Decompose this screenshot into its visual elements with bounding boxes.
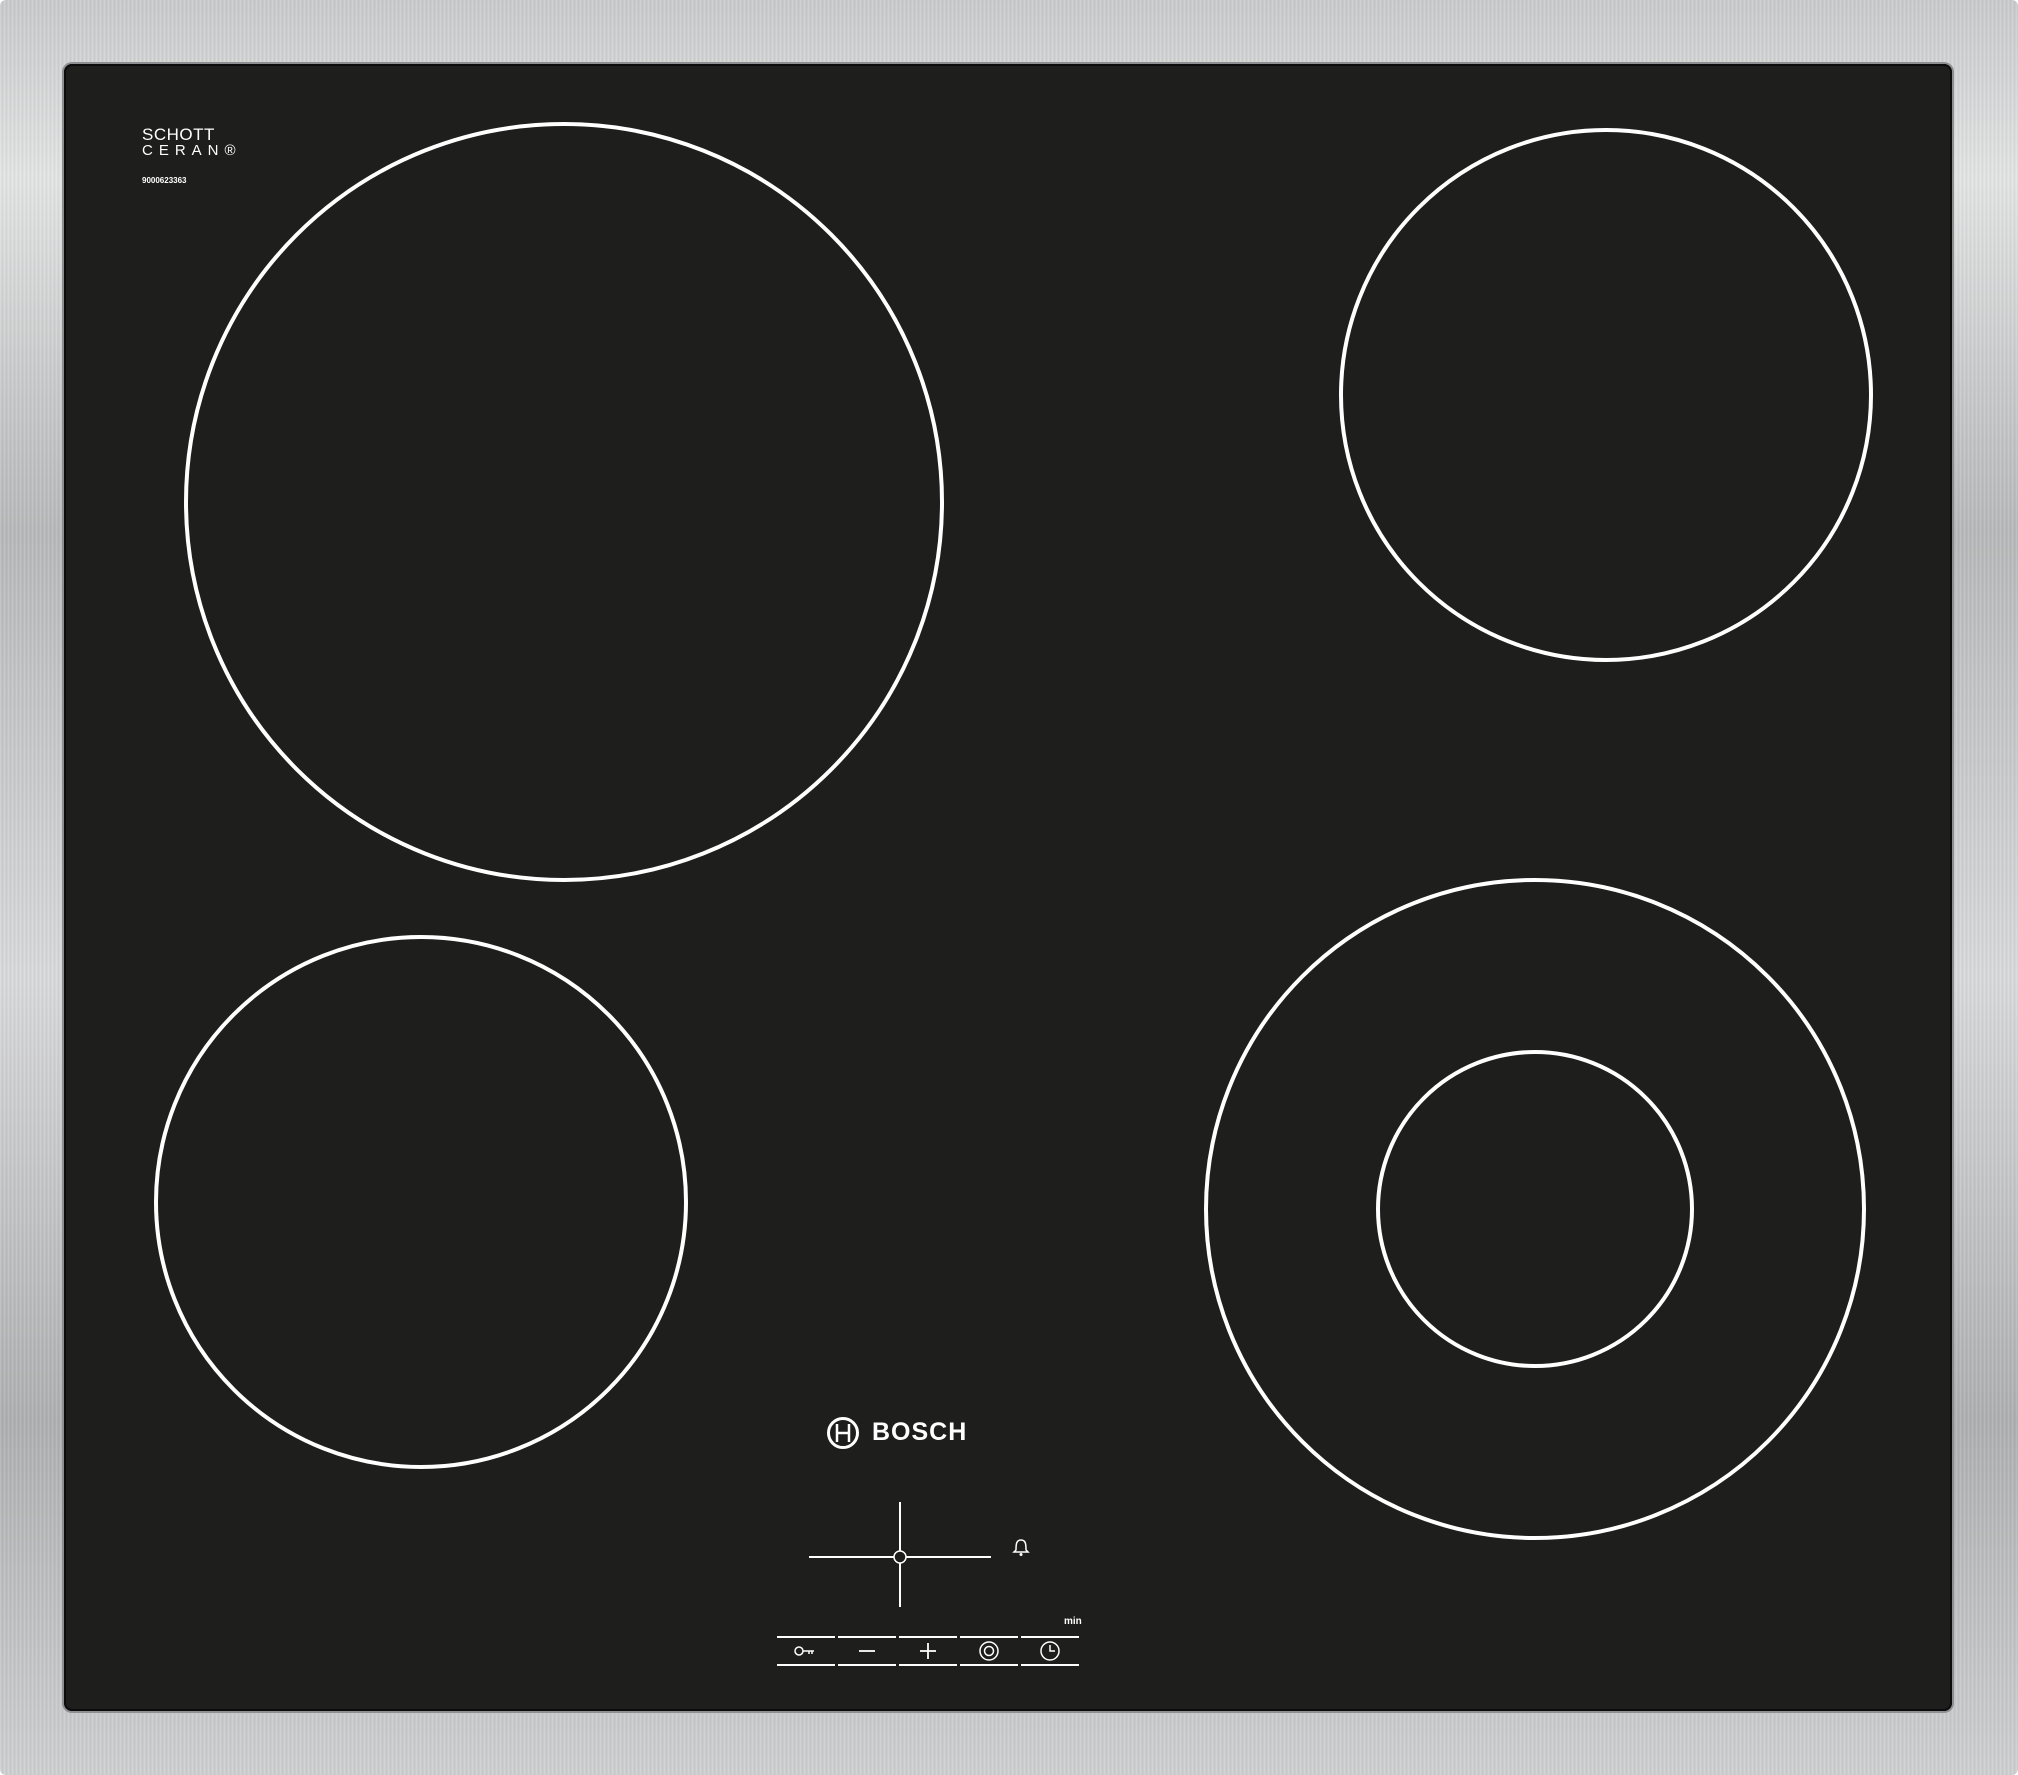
registered-mark: ® bbox=[224, 142, 242, 159]
cooking-zone-front-left[interactable] bbox=[184, 122, 944, 882]
bosch-logo-icon bbox=[827, 1417, 859, 1449]
zone-selector-cross-icon[interactable] bbox=[805, 1500, 995, 1614]
clock-icon bbox=[1040, 1641, 1060, 1661]
cooking-zone-rear-right[interactable] bbox=[1339, 128, 1873, 662]
minus-button[interactable] bbox=[838, 1636, 896, 1666]
cooking-zones bbox=[154, 122, 1873, 1540]
model-number: 9000623363 bbox=[142, 176, 187, 185]
minus-icon bbox=[859, 1650, 875, 1652]
ceran-brand-text: CERAN® bbox=[142, 142, 242, 159]
child-lock-button[interactable] bbox=[777, 1636, 835, 1666]
timer-min-label: min bbox=[1064, 1616, 1082, 1627]
dual-ring-icon bbox=[979, 1641, 999, 1661]
bosch-brand-name: BOSCH bbox=[872, 1418, 968, 1446]
cooking-zone-front-right-outer[interactable] bbox=[1204, 878, 1866, 1540]
bell-icon bbox=[1012, 1539, 1030, 1556]
plus-icon bbox=[920, 1643, 936, 1659]
schott-brand-text: SCHOTT bbox=[142, 125, 215, 144]
cooking-zone-front-right-inner[interactable] bbox=[1376, 1050, 1694, 1368]
dual-zone-button[interactable] bbox=[960, 1636, 1018, 1666]
plus-button[interactable] bbox=[899, 1636, 957, 1666]
key-icon bbox=[794, 1646, 814, 1656]
cooking-zone-rear-left[interactable] bbox=[154, 935, 688, 1469]
timer-button[interactable] bbox=[1021, 1636, 1079, 1666]
